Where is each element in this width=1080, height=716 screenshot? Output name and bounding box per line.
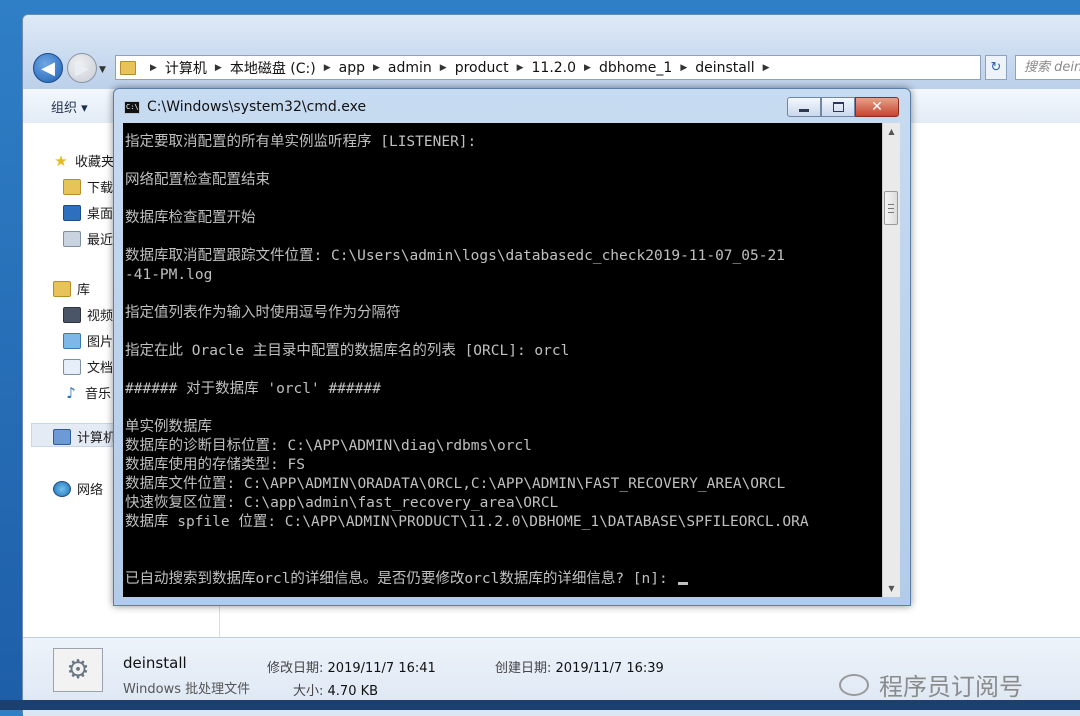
breadcrumb-item[interactable]: dbhome_1 ▶: [599, 60, 695, 76]
breadcrumb-item[interactable]: app ▶: [339, 60, 388, 76]
console-line: -41-PM.log: [125, 267, 213, 283]
maximize-icon: [832, 102, 844, 112]
close-icon: ✕: [871, 99, 883, 115]
sidebar-item-desktop[interactable]: 桌面: [63, 203, 113, 222]
wechat-logo-icon: [839, 673, 869, 696]
details-created: 创建日期: 2019/11/7 16:39: [495, 661, 664, 676]
chevron-right-icon: ▶: [516, 62, 524, 73]
breadcrumb-item[interactable]: deinstall ▶: [695, 60, 777, 76]
cmd-window-title: C:\Windows\system32\cmd.exe: [147, 99, 367, 115]
details-size: 大小: 4.70 KB: [293, 684, 379, 699]
back-arrow-icon: ◀: [41, 57, 55, 79]
minimize-button[interactable]: [787, 97, 821, 117]
scroll-down-arrow-icon[interactable]: ▼: [883, 580, 900, 597]
refresh-button[interactable]: ↻: [985, 55, 1007, 80]
scroll-up-arrow-icon[interactable]: ▲: [883, 123, 900, 140]
console-line: 指定值列表作为输入时使用逗号作为分隔符: [125, 305, 401, 321]
refresh-icon: ↻: [990, 60, 1002, 75]
console-output[interactable]: 指定要取消配置的所有单实例监听程序 [LISTENER]: 网络配置检查配置结束…: [123, 123, 882, 597]
details-file-type: Windows 批处理文件: [123, 682, 251, 697]
recent-places-icon: [63, 230, 81, 247]
sidebar-item-videos[interactable]: 视频: [63, 305, 113, 324]
scrollbar-thumb[interactable]: [884, 191, 898, 225]
console-line: 数据库 spfile 位置: C:\APP\ADMIN\PRODUCT\11.2…: [125, 514, 809, 530]
breadcrumb-item[interactable]: 11.2.0 ▶: [532, 60, 599, 76]
watermark: 程序员订阅号: [839, 667, 1023, 702]
minimize-icon: [799, 108, 809, 112]
network-globe-icon: [53, 480, 71, 497]
video-icon: [63, 306, 81, 323]
console-line: ###### 对于数据库 'orcl' ######: [125, 381, 381, 397]
console-prompt: 已自动搜索到数据库orcl的详细信息。是否仍要修改orcl数据库的详细信息? […: [125, 571, 677, 587]
star-icon: ★: [54, 151, 68, 170]
chevron-right-icon: ▶: [214, 62, 222, 73]
breadcrumb-item[interactable]: 本地磁盘 (C:) ▶: [230, 58, 339, 78]
console-line: 网络配置检查配置结束: [125, 172, 270, 188]
picture-icon: [63, 332, 81, 349]
console-line: 数据库文件位置: C:\APP\ADMIN\ORADATA\ORCL,C:\AP…: [125, 476, 786, 492]
forward-arrow-icon: ▶: [75, 57, 89, 79]
console-line: 指定在此 Oracle 主目录中配置的数据库名的列表 [ORCL]: orcl: [125, 343, 570, 359]
folder-icon: [120, 60, 136, 75]
sidebar-item-documents[interactable]: 文档: [63, 357, 113, 376]
console-line: 快速恢复区位置: C:\app\admin\fast_recovery_area…: [125, 495, 559, 511]
download-folder-icon: [63, 178, 81, 195]
breadcrumb-item[interactable]: product ▶: [455, 60, 532, 76]
vertical-scrollbar[interactable]: ▲ ▼: [882, 123, 900, 597]
desktop-icon: [63, 204, 81, 221]
console-line: 数据库取消配置跟踪文件位置: C:\Users\admin\logs\datab…: [125, 248, 785, 264]
sidebar-item-libraries[interactable]: 库: [53, 279, 90, 298]
console-line: 指定要取消配置的所有单实例监听程序 [LISTENER]:: [125, 134, 477, 150]
recent-pages-dropdown[interactable]: ▼: [99, 65, 106, 75]
sidebar-item-network[interactable]: 网络: [53, 479, 103, 498]
chevron-right-icon: ▶: [150, 62, 157, 73]
sidebar-item-pictures[interactable]: 图片: [63, 331, 113, 350]
breadcrumb-item[interactable]: 计算机 ▶: [165, 58, 230, 78]
details-file-name: deinstall: [123, 654, 187, 672]
chevron-right-icon: ▶: [439, 62, 447, 73]
close-button[interactable]: ✕: [855, 97, 899, 117]
music-note-icon: ♪: [66, 383, 76, 402]
sidebar-item-music[interactable]: ♪ 音乐: [63, 383, 111, 403]
sidebar-item-favorites[interactable]: ★ 收藏夹: [53, 151, 114, 171]
sidebar-item-downloads[interactable]: 下载: [63, 177, 113, 196]
chevron-right-icon: ▶: [373, 62, 380, 73]
console-line: 数据库检查配置开始: [125, 210, 256, 226]
back-button[interactable]: ◀: [33, 53, 63, 83]
console-line: 数据库的诊断目标位置: C:\APP\ADMIN\diag\rdbms\orcl: [125, 438, 532, 454]
document-icon: [63, 358, 81, 375]
chevron-right-icon: ▶: [584, 62, 591, 73]
cmd-app-icon: C:\: [124, 101, 140, 114]
cmd-window: C:\ C:\Windows\system32\cmd.exe ✕ 指定要取消配…: [113, 88, 911, 606]
text-cursor: [678, 582, 689, 585]
cmd-title-bar[interactable]: C:\ C:\Windows\system32\cmd.exe ✕: [114, 89, 910, 121]
sidebar-item-computer[interactable]: 计算机: [53, 427, 116, 446]
console-line: 单实例数据库: [125, 419, 212, 435]
breadcrumb-item[interactable]: admin ▶: [388, 60, 455, 76]
console-line: 数据库使用的存储类型: FS: [125, 457, 305, 473]
batch-file-gear-icon: ⚙: [53, 648, 103, 692]
details-modified: 修改日期: 2019/11/7 16:41: [267, 661, 436, 676]
explorer-nav-bar: ◀ ▶ ▼ ▶ 计算机 ▶ 本地磁盘 (C:) ▶ app ▶ admin ▶ prod…: [23, 15, 1080, 89]
organize-button[interactable]: 组织 ▾: [51, 97, 88, 116]
library-icon: [53, 280, 71, 297]
computer-icon: [53, 428, 71, 445]
maximize-button[interactable]: [821, 97, 855, 117]
address-bar[interactable]: ▶ 计算机 ▶ 本地磁盘 (C:) ▶ app ▶ admin ▶ product ▶ 1…: [115, 55, 1004, 80]
search-input[interactable]: 搜索 deinstall: [1015, 55, 1080, 80]
taskbar: [0, 700, 1080, 710]
chevron-right-icon: ▶: [680, 62, 688, 73]
forward-button[interactable]: ▶: [67, 53, 97, 83]
chevron-right-icon: ▶: [323, 62, 331, 73]
chevron-right-icon: ▶: [762, 62, 770, 73]
